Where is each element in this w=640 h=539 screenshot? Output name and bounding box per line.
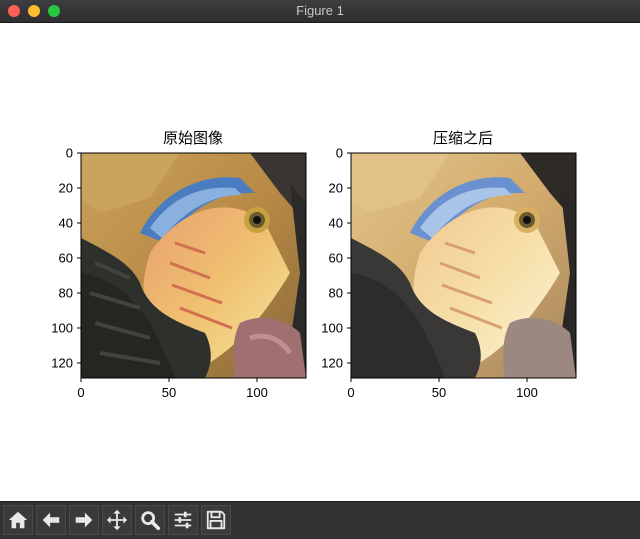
pan-button[interactable] — [102, 505, 132, 535]
navigation-toolbar — [0, 501, 640, 539]
ytick-label: 80 — [58, 285, 73, 301]
pan-move-icon — [106, 509, 128, 531]
home-button[interactable] — [3, 505, 33, 535]
ytick-label: 40 — [328, 215, 343, 231]
ytick-label: 0 — [65, 145, 73, 161]
original-image — [81, 153, 306, 378]
xtick-label: 100 — [516, 385, 538, 400]
xtick-label: 0 — [347, 385, 355, 400]
ytick-label: 100 — [321, 320, 343, 336]
window-titlebar: Figure 1 — [0, 0, 640, 23]
compressed-image — [351, 153, 576, 378]
xtick-label: 100 — [246, 385, 268, 400]
figure-canvas[interactable]: 原始图像 0 20 40 60 80 100 120 0 50 100 压缩之后… — [0, 23, 640, 501]
zoom-button[interactable] — [135, 505, 165, 535]
forward-button[interactable] — [69, 505, 99, 535]
ytick-label: 20 — [328, 180, 343, 196]
forward-arrow-icon — [75, 512, 93, 528]
home-icon — [8, 511, 28, 529]
xtick-label: 50 — [431, 385, 447, 400]
ytick-label: 120 — [321, 355, 343, 371]
save-floppy-icon — [206, 510, 226, 530]
back-button[interactable] — [36, 505, 66, 535]
ytick-label: 60 — [328, 250, 343, 266]
figure-plot-area — [77, 152, 577, 382]
back-arrow-icon — [42, 512, 60, 528]
configure-subplots-icon — [174, 511, 192, 529]
ytick-label: 60 — [58, 250, 73, 266]
ytick-label: 80 — [328, 285, 343, 301]
xtick-label: 0 — [77, 385, 85, 400]
ytick-label: 0 — [335, 145, 343, 161]
ytick-label: 100 — [51, 320, 73, 336]
window-title: Figure 1 — [296, 3, 344, 18]
configure-subplots-button[interactable] — [168, 505, 198, 535]
axes-title-original: 原始图像 — [162, 130, 224, 147]
zoom-magnifier-icon — [141, 511, 161, 531]
ytick-label: 120 — [51, 355, 73, 371]
ytick-label: 40 — [58, 215, 73, 231]
xtick-label: 50 — [161, 385, 177, 400]
axes-title-compressed: 压缩之后 — [432, 130, 494, 147]
ytick-label: 20 — [58, 180, 73, 196]
save-button[interactable] — [201, 505, 231, 535]
